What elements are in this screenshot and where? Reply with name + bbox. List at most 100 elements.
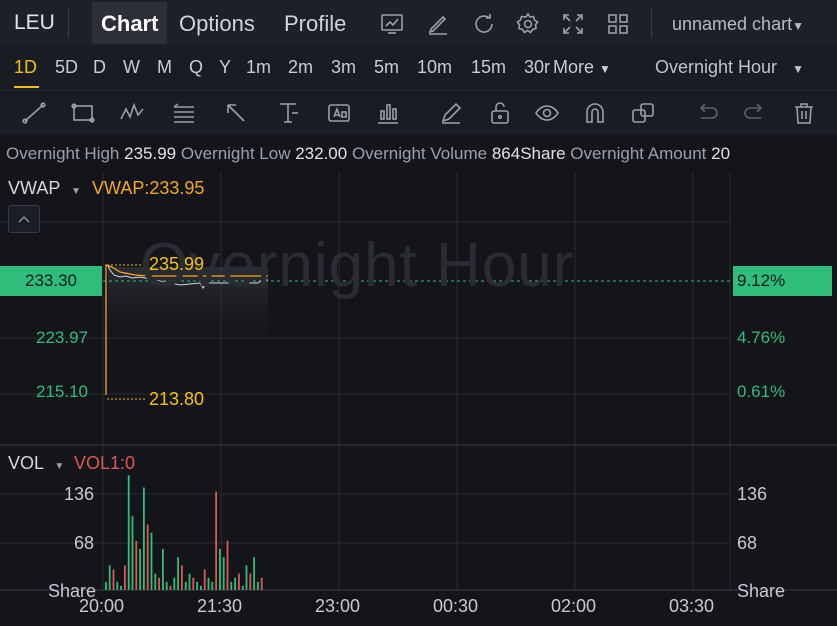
trend-line-icon[interactable] — [20, 99, 48, 127]
time-axis-label: 03:30 — [669, 596, 715, 616]
overnight-amount-label: Overnight Amount — [570, 144, 707, 163]
interval-bar: 1D 5D D W M Q Y 1m 2m 3m 5m 10m 15m 30r … — [0, 46, 837, 90]
time-axis-label: 20:00 — [79, 596, 125, 616]
interval-q[interactable]: Q — [189, 57, 203, 78]
magnet-icon[interactable] — [581, 99, 609, 127]
interval-2m[interactable]: 2m — [288, 57, 313, 78]
interval-d[interactable]: D — [93, 57, 106, 78]
volume-bar — [230, 581, 233, 590]
text-icon[interactable] — [325, 99, 353, 127]
divider — [68, 8, 69, 38]
interval-5d[interactable]: 5D — [55, 57, 78, 78]
interval-w[interactable]: W — [123, 57, 140, 78]
volume-bar — [219, 549, 221, 590]
session-dropdown[interactable]: Overnight Hour ▼ — [655, 57, 804, 78]
volume-bar — [184, 581, 187, 590]
time-axis-label: 21:30 — [197, 596, 243, 616]
volume-bar — [257, 581, 259, 590]
volume-bar — [139, 549, 141, 590]
volume-bar — [173, 577, 176, 590]
volume-bar — [181, 565, 183, 590]
redo-icon[interactable] — [741, 99, 769, 127]
volume-bar — [124, 565, 126, 590]
interval-1d[interactable]: 1D — [14, 57, 37, 78]
layers-icon[interactable] — [629, 99, 657, 127]
pattern-icon[interactable] — [118, 99, 146, 127]
caret-down-icon: ▼ — [71, 186, 81, 197]
volume-axis-label-right: 136 — [737, 484, 768, 504]
tab-options[interactable]: Options — [170, 2, 264, 44]
indicator-icon[interactable] — [374, 99, 402, 127]
chart-type-icon[interactable] — [379, 11, 405, 37]
volume-bar — [211, 581, 214, 590]
volume-bar — [127, 475, 130, 590]
low-marker-label: 213.80 — [149, 389, 205, 409]
current-pct-badge: 9.12% — [733, 266, 832, 296]
volume-bar — [169, 585, 172, 590]
volume-bar — [245, 565, 248, 590]
volume-bar — [158, 577, 160, 590]
fullscreen-icon[interactable] — [560, 11, 586, 37]
interval-m[interactable]: M — [157, 57, 172, 78]
layout-grid-icon[interactable] — [605, 11, 631, 37]
collapse-button[interactable] — [8, 205, 40, 233]
indicator-selector[interactable]: VWAP ▼ — [8, 178, 81, 199]
rectangle-icon[interactable] — [69, 99, 97, 127]
volume-bar — [222, 557, 225, 590]
tab-profile[interactable]: Profile — [275, 2, 355, 44]
overnight-amount-value: 20 — [711, 144, 731, 163]
pct-axis-label: 4.76% — [737, 328, 786, 347]
chart-name-dropdown[interactable]: unnamed chart▼ — [672, 14, 804, 35]
more-intervals-dropdown[interactable]: More ▼ — [553, 57, 611, 78]
lock-icon[interactable] — [486, 99, 514, 127]
undo-icon[interactable] — [693, 99, 721, 127]
volume-bar — [154, 573, 157, 590]
eye-icon[interactable] — [533, 99, 561, 127]
indicator-name: VWAP — [8, 178, 61, 198]
volume-bar — [200, 585, 202, 590]
symbol-label: LEU — [14, 11, 55, 34]
settings-icon[interactable] — [515, 11, 541, 37]
fib-icon[interactable] — [170, 99, 198, 127]
interval-3m[interactable]: 3m — [331, 57, 356, 78]
caret-down-icon: ▼ — [792, 19, 804, 33]
volume-bar — [188, 573, 191, 590]
volume-bar — [215, 491, 217, 590]
time-axis-label: 23:00 — [315, 596, 361, 616]
volume-bar — [196, 581, 198, 590]
draw-icon[interactable] — [425, 11, 451, 37]
refresh-icon[interactable] — [471, 11, 497, 37]
volume-indicator-selector[interactable]: VOL ▼ — [8, 453, 64, 474]
session-watermark: Overnight Hour — [140, 231, 575, 300]
measure-icon[interactable] — [274, 99, 302, 127]
arrow-icon[interactable] — [222, 99, 250, 127]
volume-bar — [241, 585, 244, 590]
volume-bar — [116, 581, 119, 590]
volume-bar — [150, 532, 153, 590]
caret-down-icon: ▼ — [792, 62, 804, 76]
price-axis-label: 215.10 — [36, 382, 88, 401]
volume-bar — [146, 524, 149, 590]
volume-bar — [120, 585, 122, 590]
volume-bar — [105, 581, 107, 590]
volume-bar — [249, 573, 252, 590]
tab-chart[interactable]: Chart — [92, 2, 168, 44]
trash-icon[interactable] — [790, 99, 818, 127]
interval-5m[interactable]: 5m — [374, 57, 399, 78]
vol-value: VOL1:0 — [74, 453, 136, 473]
volume-indicator-name: VOL — [8, 453, 44, 473]
volume-bar — [253, 557, 255, 590]
interval-30m[interactable]: 30r — [524, 57, 550, 78]
pct-axis-label: 0.61% — [737, 382, 786, 401]
overnight-volume-value: 864Share — [491, 144, 566, 163]
overnight-stats-row: Overnight High 235.99 Overnight Low 232.… — [0, 137, 837, 171]
interval-y[interactable]: Y — [219, 57, 231, 78]
interval-1m[interactable]: 1m — [246, 57, 271, 78]
volume-bar — [226, 540, 229, 590]
interval-15m[interactable]: 15m — [471, 57, 506, 78]
pen-icon[interactable] — [437, 99, 465, 127]
interval-10m[interactable]: 10m — [417, 57, 452, 78]
chart-name-label: unnamed chart — [672, 14, 793, 34]
volume-bar — [177, 557, 179, 590]
volume-bar — [112, 569, 115, 590]
